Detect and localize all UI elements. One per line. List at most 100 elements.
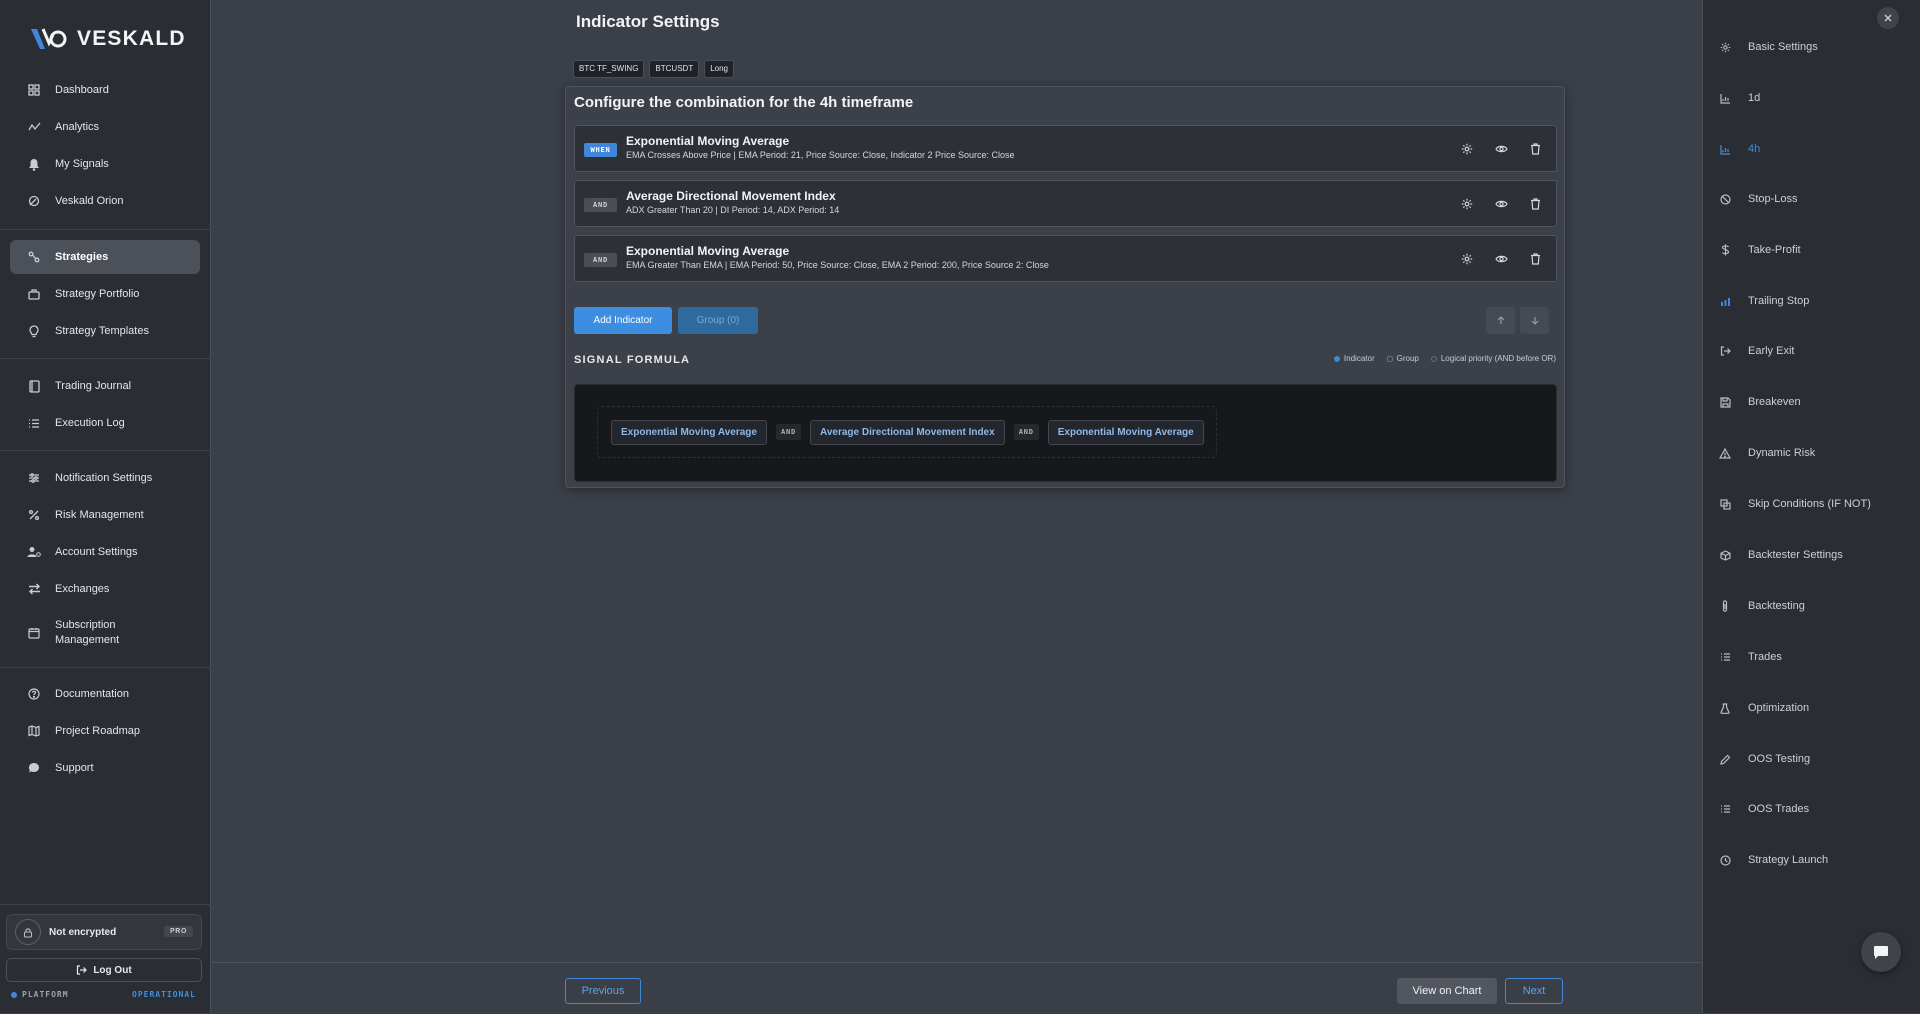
encryption-text: Not encrypted: [49, 926, 117, 938]
sidebar-item-risk-management[interactable]: Risk Management: [10, 498, 200, 532]
legend-priority: Logical priority (AND before OR): [1440, 354, 1556, 363]
eye-icon[interactable]: [1494, 252, 1508, 266]
sidebar-item-trading-journal[interactable]: Trading Journal: [10, 369, 200, 403]
sidebar-item-strategy-templates[interactable]: Strategy Templates: [10, 314, 200, 348]
signal-formula-box: Exponential Moving Average AND Average D…: [574, 384, 1557, 482]
step-early-exit[interactable]: Early Exit: [1719, 342, 1794, 360]
trash-icon[interactable]: [1528, 252, 1542, 266]
collapse-steps-button[interactable]: [1877, 7, 1899, 29]
indicator-row[interactable]: AND Average Directional Movement Index A…: [574, 180, 1557, 227]
formula-legend: Indicator Group Logical priority (AND be…: [1333, 354, 1556, 363]
step-label: Breakeven: [1748, 396, 1801, 408]
sidebar-item-project-roadmap[interactable]: Project Roadmap: [10, 714, 200, 748]
step-oos-testing[interactable]: OOS Testing: [1719, 750, 1810, 768]
chat-button[interactable]: [1861, 932, 1901, 972]
step-stop-loss[interactable]: Stop-Loss: [1719, 190, 1798, 208]
gear-icon: [1719, 41, 1731, 53]
sidebar-item-strategies[interactable]: Strategies: [10, 240, 200, 274]
next-button[interactable]: Next: [1505, 978, 1563, 1004]
step-4h[interactable]: 4h: [1719, 140, 1760, 158]
list-icon: [27, 416, 41, 430]
sidebar-item-subscription-management[interactable]: Subscription Management: [10, 615, 200, 651]
sidebar-item-support[interactable]: Support: [10, 751, 200, 785]
step-label: Take-Profit: [1748, 244, 1801, 256]
sidebar-item-label: My Signals: [55, 157, 109, 170]
step-label: Optimization: [1748, 702, 1810, 714]
sidebar-item-strategy-portfolio[interactable]: Strategy Portfolio: [10, 277, 200, 311]
trash-icon[interactable]: [1528, 142, 1542, 156]
previous-button[interactable]: Previous: [565, 978, 641, 1004]
group-button[interactable]: Group (0): [678, 307, 758, 334]
step-label: Stop-Loss: [1748, 193, 1798, 205]
sidebar-item-documentation[interactable]: Documentation: [10, 677, 200, 711]
step-trailing-stop[interactable]: Trailing Stop: [1719, 292, 1809, 310]
sidebar-item-analytics[interactable]: Analytics: [10, 110, 200, 144]
step-basic-settings[interactable]: Basic Settings: [1719, 38, 1818, 56]
sidebar-item-exchanges[interactable]: Exchanges: [10, 572, 200, 606]
view-on-chart-button[interactable]: View on Chart: [1397, 978, 1497, 1004]
sidebar-divider: [0, 358, 211, 359]
sidebar-item-veskald-orion[interactable]: Veskald Orion: [10, 184, 200, 218]
sidebar-item-label: Subscription Management: [55, 619, 120, 646]
indicator-description: EMA Greater Than EMA | EMA Period: 50, P…: [626, 260, 1049, 270]
logout-icon: [76, 965, 88, 975]
cube-icon: [1719, 549, 1731, 561]
list-check-icon: [1719, 803, 1731, 815]
sidebar-item-account-settings[interactable]: Account Settings: [10, 535, 200, 569]
step-trades[interactable]: Trades: [1719, 648, 1782, 666]
step-1d[interactable]: 1d: [1719, 89, 1760, 107]
step-backtesting[interactable]: Backtesting: [1719, 597, 1805, 615]
sidebar-divider: [0, 667, 211, 668]
indicator-row[interactable]: WHEN Exponential Moving Average EMA Cros…: [574, 125, 1557, 172]
bell-icon: [27, 157, 41, 171]
sidebar-item-label: Strategy Portfolio: [55, 287, 140, 300]
sidebar-item-dashboard[interactable]: Dashboard: [10, 73, 200, 107]
step-breakeven[interactable]: Breakeven: [1719, 393, 1801, 411]
brand-logo[interactable]: VESKALD: [29, 26, 186, 52]
briefcase-icon: [27, 287, 41, 301]
settings-gear-icon[interactable]: [1460, 142, 1474, 156]
step-label: Trades: [1748, 651, 1782, 663]
sidebar-item-my-signals[interactable]: My Signals: [10, 147, 200, 181]
step-skip-conditions[interactable]: Skip Conditions (IF NOT): [1719, 495, 1871, 513]
step-take-profit[interactable]: Take-Profit: [1719, 241, 1801, 259]
encryption-status[interactable]: Not encrypted PRO: [6, 914, 202, 950]
step-optimization[interactable]: Optimization: [1719, 699, 1809, 717]
tag-symbol: BTCUSDT: [649, 60, 700, 78]
step-dynamic-risk[interactable]: Dynamic Risk: [1719, 444, 1815, 462]
pen-icon: [1719, 753, 1731, 765]
step-backtester-settings[interactable]: Backtester Settings: [1719, 546, 1843, 564]
book-icon: [27, 379, 41, 393]
chat-icon: [1873, 945, 1889, 960]
veskald-logo-icon: [31, 28, 67, 49]
formula-chip[interactable]: Exponential Moving Average: [1047, 419, 1204, 445]
step-oos-trades[interactable]: OOS Trades: [1719, 800, 1809, 818]
move-down-button[interactable]: [1520, 307, 1549, 334]
brand-name: VESKALD: [77, 27, 186, 50]
formula-chip[interactable]: Average Directional Movement Index: [810, 419, 1005, 445]
eye-icon[interactable]: [1494, 197, 1508, 211]
sidebar-item-label: Documentation: [55, 687, 129, 700]
status-dot-icon: [11, 991, 17, 998]
settings-gear-icon[interactable]: [1460, 197, 1474, 211]
move-up-button[interactable]: [1486, 307, 1515, 334]
eye-icon[interactable]: [1494, 142, 1508, 156]
sidebar-item-notification-settings[interactable]: Notification Settings: [10, 461, 200, 495]
indicator-description: ADX Greater Than 20 | DI Period: 14, ADX…: [626, 205, 840, 215]
step-strategy-launch[interactable]: Strategy Launch: [1719, 851, 1828, 869]
sidebar-item-label: Veskald Orion: [55, 194, 124, 207]
page-title: Indicator Settings: [576, 12, 720, 31]
indicator-row[interactable]: AND Exponential Moving Average EMA Great…: [574, 235, 1557, 282]
sidebar-item-execution-log[interactable]: Execution Log: [10, 406, 200, 440]
logout-button[interactable]: Log Out: [6, 958, 202, 982]
settings-gear-icon[interactable]: [1460, 252, 1474, 266]
grid-icon: [27, 83, 41, 97]
sliders-icon: [27, 471, 41, 485]
formula-chip[interactable]: Exponential Moving Average: [611, 419, 767, 445]
step-label: Backtester Settings: [1748, 549, 1843, 561]
calendar-gear-icon: [27, 626, 41, 640]
sidebar-item-label: Execution Log: [55, 416, 125, 429]
add-indicator-button[interactable]: Add Indicator: [574, 307, 672, 334]
sidebar-divider: [0, 229, 211, 230]
trash-icon[interactable]: [1528, 197, 1542, 211]
